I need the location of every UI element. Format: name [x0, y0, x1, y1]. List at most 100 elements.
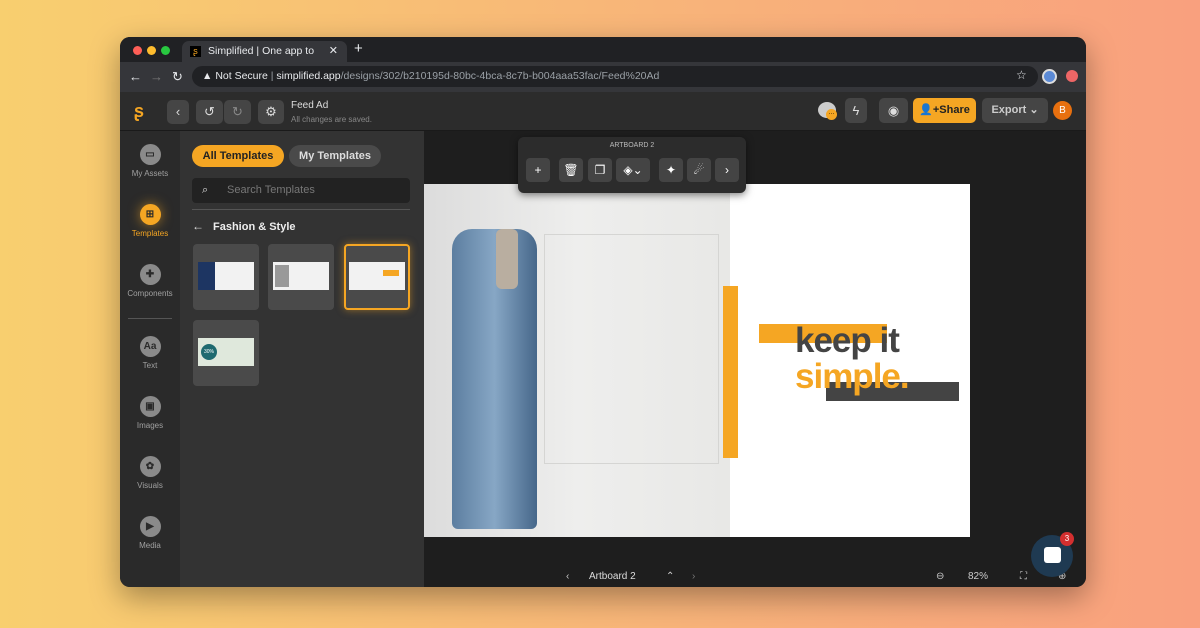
simplified-logo-icon[interactable]: ʂ	[134, 101, 144, 122]
lightning-icon[interactable]: ϟ	[845, 98, 867, 123]
rail-label: My Assets	[131, 169, 169, 178]
template-thumbnail[interactable]: 30%	[193, 320, 259, 386]
template-thumbnail-selected[interactable]	[344, 244, 410, 310]
accent-bar[interactable]	[723, 286, 738, 458]
simplified-favicon-icon: ʂ	[190, 46, 201, 57]
jacket-photo[interactable]	[424, 184, 730, 537]
url-field[interactable]: ▲ Not Secure | simplified.app/designs/30…	[192, 66, 1038, 87]
search-placeholder: Search Templates	[227, 184, 315, 196]
comments-icon[interactable]: …	[818, 102, 837, 120]
profile-avatar[interactable]	[1042, 69, 1057, 84]
rail-label: Images	[136, 421, 164, 430]
rail-item-components[interactable]: ✚ Components	[120, 264, 180, 298]
back-icon[interactable]: ←	[129, 69, 142, 84]
images-icon: ▣	[139, 396, 161, 417]
rail-label: Components	[127, 289, 173, 298]
rail-label: Media	[139, 541, 161, 550]
app-header: ʂ ‹ ↺ ↻ ⚙ Feed Ad All changes are saved.…	[120, 92, 1086, 131]
prev-artboard-icon[interactable]: ‹	[566, 566, 569, 587]
headline-line1[interactable]: keep it	[795, 322, 900, 359]
duplicate-icon[interactable]: ❐	[588, 158, 612, 182]
settings-gear-icon[interactable]: ⚙	[258, 100, 284, 124]
rail-label: Text	[142, 361, 158, 370]
forward-icon[interactable]: →	[150, 69, 163, 84]
rail-item-my-assets[interactable]: ▭ My Assets	[120, 144, 180, 178]
next-artboard-icon[interactable]: ›	[692, 566, 695, 587]
zoom-out-icon[interactable]: ⊖	[936, 566, 944, 587]
more-chevron-right-icon[interactable]: ›	[715, 158, 739, 182]
user-avatar[interactable]: B	[1053, 101, 1072, 120]
rail-item-images[interactable]: ▣ Images	[120, 396, 180, 430]
extension-icon[interactable]	[1066, 70, 1078, 82]
thumb-badge: 30%	[201, 344, 217, 360]
browser-window: ʂSimplified | One app to design,✕ + ← → …	[120, 37, 1086, 587]
artboard-selector[interactable]: Artboard 2	[589, 566, 636, 587]
export-button[interactable]: Export ⌄	[982, 98, 1048, 123]
minimize-window-button[interactable]	[147, 46, 156, 55]
bottom-bar: ‹ Artboard 2 ⌃ › ⊖ 82% ⛶ ⊕	[424, 566, 1086, 587]
not-secure-label: Not Secure	[215, 70, 268, 82]
rail-label: Templates	[131, 229, 169, 238]
headline-line2[interactable]: simple.	[795, 358, 910, 395]
rail-item-media[interactable]: ▶ Media	[120, 516, 180, 550]
export-label: Export	[991, 104, 1027, 116]
templates-panel: All Templates My Templates ⌕ Search Templ…	[180, 131, 424, 587]
document-title[interactable]: Feed Ad	[291, 100, 328, 111]
folder-icon: ▭	[139, 144, 161, 165]
share-button[interactable]: 👤+Share	[913, 98, 976, 123]
canvas[interactable]: keep it simple.	[424, 131, 1086, 566]
magic-wand-icon[interactable]: ✦	[659, 158, 683, 182]
tab-my-templates[interactable]: My Templates	[289, 145, 381, 167]
redo-button[interactable]: ↻	[224, 100, 251, 124]
rail-item-templates[interactable]: ⊞ Templates	[120, 204, 180, 238]
animate-icon[interactable]: ☄	[687, 158, 711, 182]
tab-bar: ʂSimplified | One app to design,✕ +	[120, 37, 1086, 78]
artboard-toolbar: ARTBOARD 2 + 🗑 ❐ ◈⌄ ✦ ☄ ›	[518, 137, 746, 193]
zoom-level[interactable]: 82%	[968, 566, 988, 587]
chat-support-button[interactable]: 3	[1031, 532, 1074, 577]
close-window-button[interactable]	[133, 46, 142, 55]
text-icon: Aa	[139, 336, 161, 357]
browser-tab[interactable]: ʂSimplified | One app to design,✕	[182, 41, 347, 78]
back-button[interactable]: ‹	[167, 100, 189, 124]
components-icon: ✚	[139, 264, 161, 285]
save-status: All changes are saved.	[291, 115, 372, 124]
share-label: Share	[939, 104, 970, 116]
tab-all-templates[interactable]: All Templates	[192, 145, 284, 167]
url-path: /designs/302/b210195d-80bc-4bca-8c7b-b00…	[340, 70, 660, 82]
delete-trash-icon[interactable]: 🗑	[559, 158, 583, 182]
fullscreen-icon[interactable]: ⛶	[1020, 566, 1027, 587]
artboard[interactable]: keep it simple.	[424, 184, 970, 537]
chevron-down-icon: ⌄	[1029, 104, 1039, 116]
template-thumbnail[interactable]	[193, 244, 259, 310]
rail-item-visuals[interactable]: ✿ Visuals	[120, 456, 180, 490]
fill-color-icon[interactable]: ◈⌄	[616, 158, 650, 182]
url-host: simplified.app	[276, 70, 341, 82]
bookmark-star-icon[interactable]: ☆	[1016, 68, 1027, 82]
category-title: Fashion & Style	[213, 221, 296, 233]
add-icon[interactable]: +	[526, 158, 550, 182]
rail-divider	[128, 318, 172, 319]
panel-divider	[192, 209, 410, 210]
notification-badge: 3	[1060, 532, 1074, 546]
address-bar-row: ← → ↻ ▲ Not Secure | simplified.app/desi…	[120, 62, 1086, 92]
chat-icon	[1044, 547, 1061, 563]
chevron-up-icon[interactable]: ⌃	[666, 566, 674, 587]
templates-icon: ⊞	[139, 204, 161, 225]
left-rail: ▭ My Assets ⊞ Templates ✚ Components Aa Text…	[120, 131, 180, 587]
preview-eye-icon[interactable]: ◉	[879, 98, 908, 123]
visuals-icon: ✿	[139, 456, 161, 477]
template-thumbnail[interactable]	[268, 244, 334, 310]
toolbar-title: ARTBOARD 2	[609, 142, 655, 149]
rail-item-text[interactable]: Aa Text	[120, 336, 180, 370]
media-icon: ▶	[139, 516, 161, 537]
warning-icon: ▲	[202, 70, 216, 82]
close-tab-icon[interactable]: ✕	[329, 41, 338, 62]
new-tab-button[interactable]: +	[354, 40, 363, 57]
add-user-icon: 👤+	[919, 104, 940, 116]
search-templates-input[interactable]: ⌕ Search Templates	[192, 178, 410, 203]
reload-icon[interactable]: ↻	[172, 69, 183, 85]
undo-button[interactable]: ↺	[196, 100, 223, 124]
maximize-window-button[interactable]	[161, 46, 170, 55]
back-arrow-icon[interactable]: ←	[192, 219, 204, 233]
